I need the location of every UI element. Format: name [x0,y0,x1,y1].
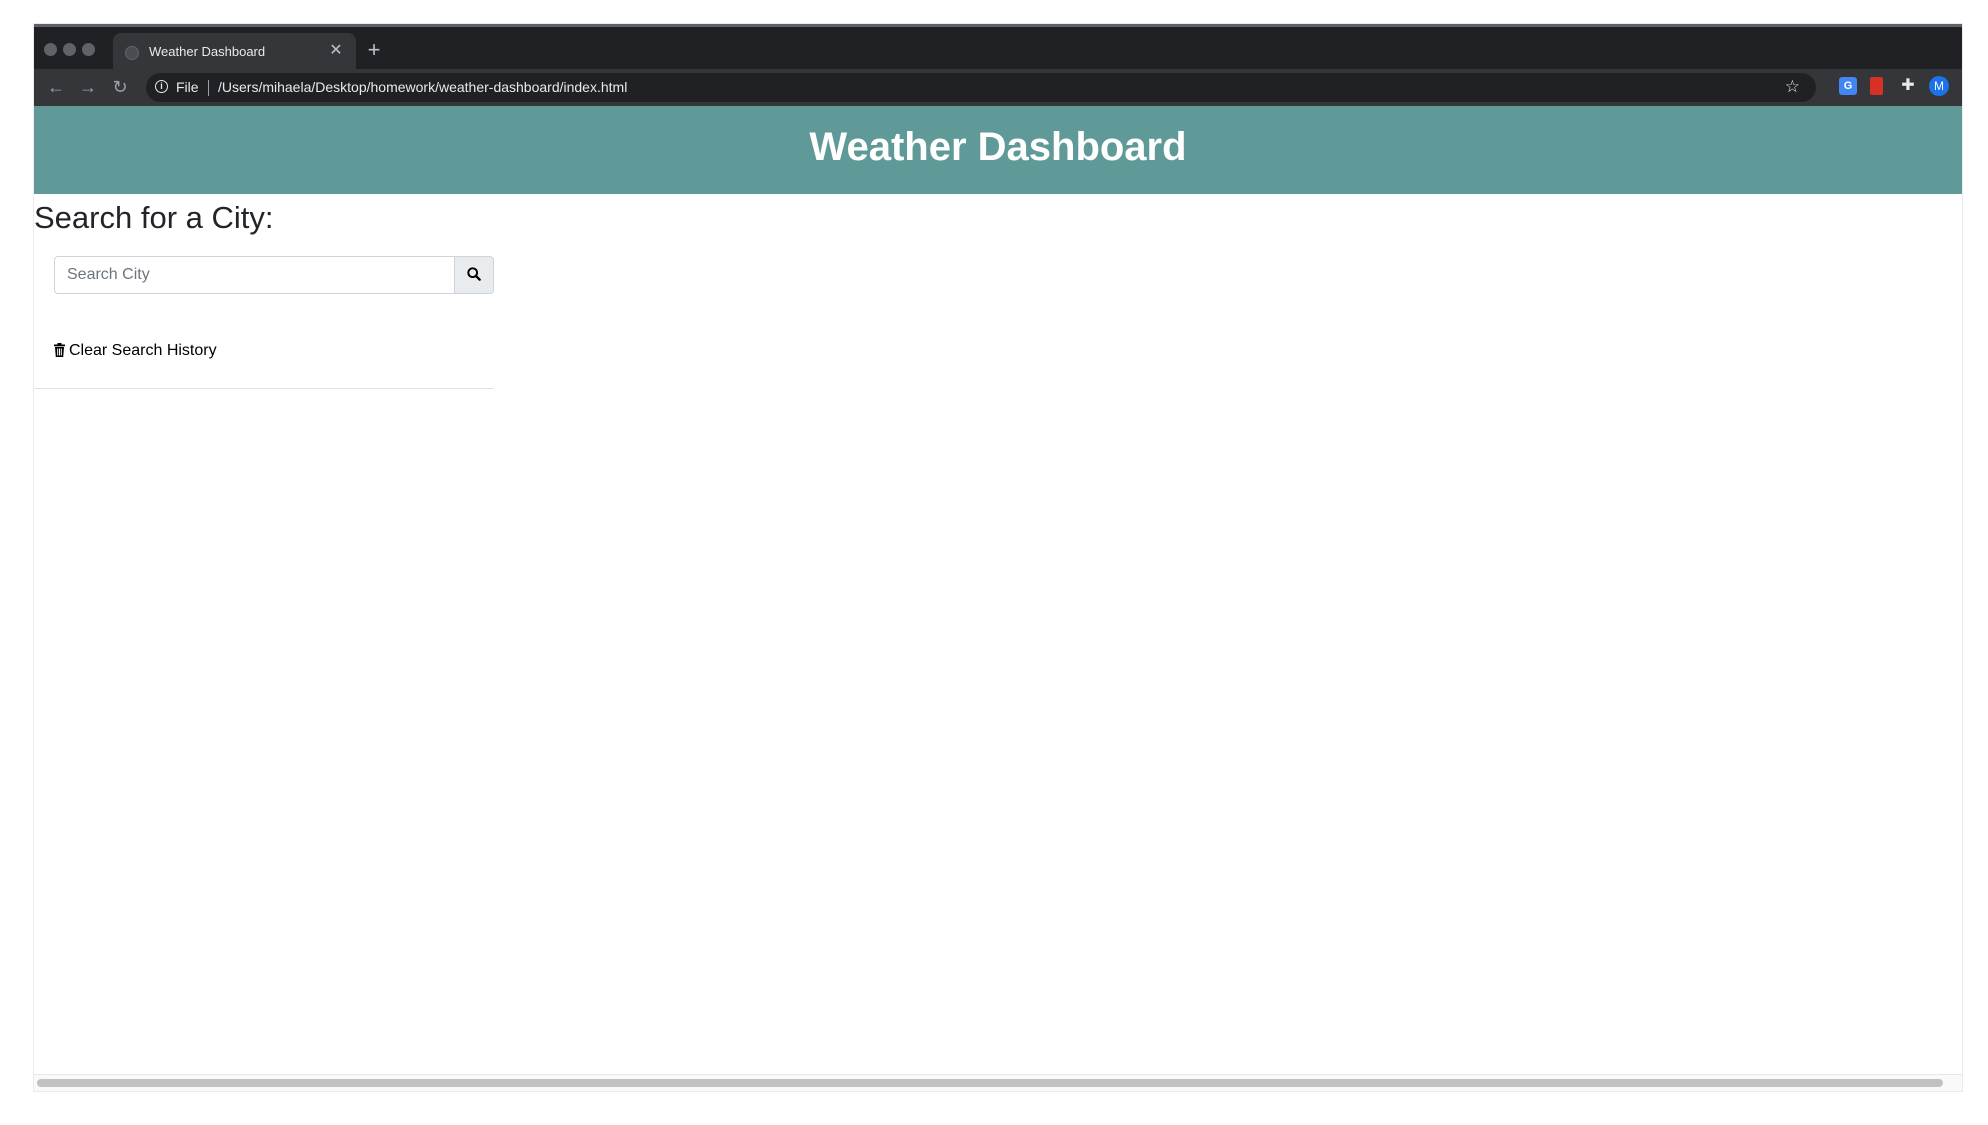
plus-icon[interactable]: + [363,39,385,61]
browser-window: Weather Dashboard ✕ + ← → ↻ i File /User… [34,24,1962,1091]
url-separator [208,80,209,96]
menu-dots-icon[interactable]: ⋮ [1960,77,1962,95]
tab-weather-dashboard[interactable]: Weather Dashboard ✕ [113,33,356,72]
scrollbar-thumb[interactable] [37,1079,1943,1087]
page-content: Weather Dashboard Search for a City: Cle… [34,106,1962,1091]
url-text[interactable]: /Users/mihaela/Desktop/homework/weather-… [218,79,627,95]
back-arrow-icon[interactable]: ← [44,75,68,99]
translate-extension-icon[interactable]: G [1839,77,1857,95]
globe-icon [125,46,139,60]
trash-icon [54,343,65,357]
extensions-puzzle-icon[interactable]: ✚ [1899,77,1917,95]
search-input[interactable] [54,256,455,294]
close-window-button[interactable] [44,43,57,56]
search-icon [467,266,481,281]
search-input-group [54,256,494,294]
address-bar[interactable]: i File /Users/mihaela/Desktop/homework/w… [146,73,1816,102]
reload-icon[interactable]: ↻ [108,75,132,99]
tab-title: Weather Dashboard [149,44,266,59]
url-scheme: File [176,79,199,95]
bookmark-extension-icon[interactable] [1870,77,1883,95]
forward-arrow-icon[interactable]: → [76,75,100,99]
clear-history-button[interactable]: Clear Search History [54,342,217,360]
header-banner: Weather Dashboard [34,106,1962,194]
close-icon[interactable]: ✕ [326,41,346,61]
browser-toolbar: ← → ↻ i File /Users/mihaela/Desktop/home… [34,69,1962,106]
star-icon[interactable]: ☆ [1785,77,1800,97]
profile-avatar[interactable]: M [1929,76,1949,96]
clear-history-label: Clear Search History [69,342,217,359]
search-button[interactable] [455,256,494,294]
zoom-window-button[interactable] [82,43,95,56]
minimize-window-button[interactable] [63,43,76,56]
page-title: Weather Dashboard [809,125,1187,169]
history-divider [34,388,494,389]
info-icon[interactable]: i [155,80,168,93]
horizontal-scrollbar[interactable] [34,1074,1962,1091]
search-heading: Search for a City: [34,200,274,235]
tab-strip: Weather Dashboard ✕ + [34,24,1962,72]
